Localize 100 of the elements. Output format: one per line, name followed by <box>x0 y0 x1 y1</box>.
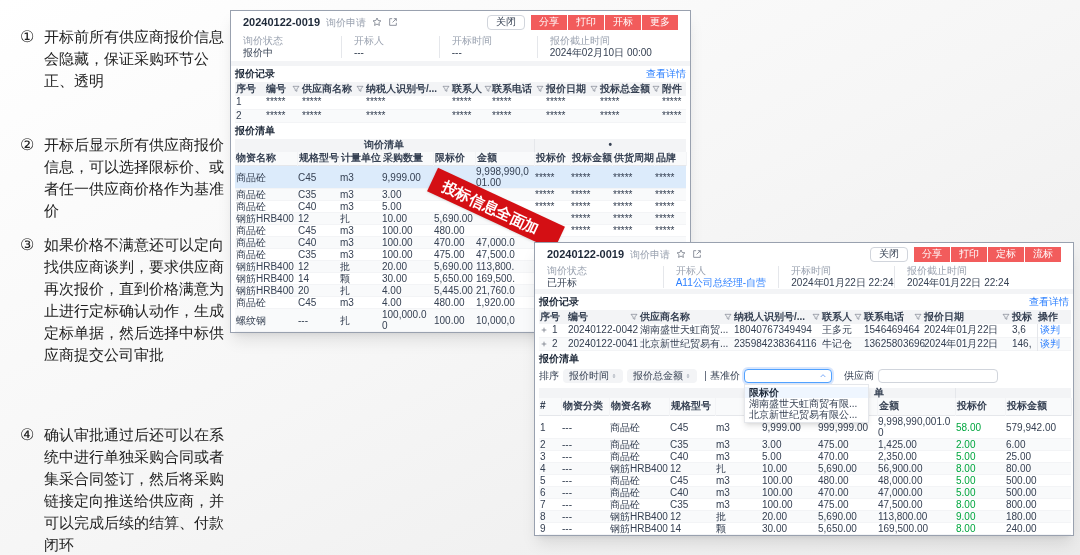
star-icon[interactable] <box>372 17 383 27</box>
table-cell: 10,000,0 <box>475 308 535 332</box>
column-header[interactable]: 序号 <box>235 82 265 96</box>
filter-icon[interactable] <box>356 85 364 93</box>
field-value: 已开标 <box>547 278 578 288</box>
column-header: 金额 <box>476 152 497 164</box>
table-cell: ***** <box>545 109 599 122</box>
column-header: 物资名称 <box>610 400 651 412</box>
table-cell: 20240122-0042 <box>567 324 639 337</box>
field-value: --- <box>451 48 463 58</box>
filter-icon[interactable] <box>652 85 660 93</box>
view-details-link[interactable]: 查看详情 <box>646 69 686 79</box>
toolbar-button[interactable]: 关闭 <box>487 14 525 30</box>
column-header[interactable]: 序号 <box>539 310 567 324</box>
table-cell: ***** <box>599 109 661 122</box>
filter-icon[interactable] <box>1002 313 1010 321</box>
column-header[interactable]: 报价日期 <box>923 310 1011 324</box>
filter-icon[interactable] <box>442 85 450 93</box>
table-cell: --- <box>561 415 609 439</box>
field-label: 开标人 <box>675 266 707 276</box>
row-number: 1 <box>539 324 567 337</box>
filter-icon[interactable] <box>724 313 732 321</box>
sort-button[interactable]: 报价时间 <box>563 368 623 383</box>
step-number: ③ <box>20 235 35 255</box>
column-header: 投标价 <box>535 152 566 164</box>
action-link[interactable]: 谈判 <box>1039 324 1060 336</box>
row-number: 2 <box>539 337 567 350</box>
table-cell: 100.00 <box>433 308 475 332</box>
column-header[interactable]: 纳税人识别号/... <box>365 82 451 96</box>
document-number: 20240122-0019 <box>243 14 321 30</box>
table-cell: C45 <box>669 415 715 439</box>
column-header: 采购数量 <box>382 152 423 164</box>
field-label: 开标时间 <box>791 266 833 276</box>
filter-icon[interactable] <box>292 85 300 93</box>
note-text: 开标前所有供应商报价信息会隐藏，保证采购环节公正、透明 <box>44 27 225 91</box>
table-cell: ***** <box>599 96 661 109</box>
column-header[interactable]: 联系人 <box>451 82 491 96</box>
action-link[interactable]: 谈判 <box>1039 337 1060 349</box>
dropdown-option[interactable]: 湖南盛世天虹商贸有限... <box>745 397 868 409</box>
toolbar-button[interactable]: 关闭 <box>870 246 908 262</box>
table-cell: 235984238364116 <box>733 337 821 350</box>
table-cell: 北京新世纪贸易有... <box>639 337 733 350</box>
column-header[interactable]: 附件 <box>661 82 686 96</box>
table-cell: 湖南盛世天虹商贸... <box>639 324 733 337</box>
column-header[interactable]: 联系人 <box>821 310 863 324</box>
star-icon[interactable] <box>676 249 687 259</box>
note-text: 如果价格不满意还可以定向找供应商谈判，要求供应商再次报价，直到价格满意为止进行定标确认动作，生成定标单据，然后选择中标供应商提交公司审批 <box>44 235 225 365</box>
external-link-icon[interactable] <box>692 249 703 259</box>
column-header[interactable]: 投标 <box>1011 310 1037 324</box>
field-label: 询价状态 <box>547 266 588 276</box>
filter-icon[interactable] <box>914 313 922 321</box>
sort-button[interactable]: 报价总金额 <box>627 368 697 383</box>
step-number: ② <box>20 135 35 155</box>
table-cell: 螺纹钢 <box>235 308 297 332</box>
filter-icon[interactable] <box>590 85 598 93</box>
view-details-link[interactable]: 查看详情 <box>1029 297 1069 307</box>
column-header[interactable]: 操作 <box>1037 310 1071 324</box>
person-link[interactable]: A11公司总经理-自营 <box>675 278 779 288</box>
expand-icon[interactable] <box>540 326 548 335</box>
column-header[interactable]: 供应商名称 <box>301 82 365 96</box>
table-cell: ***** <box>265 109 301 122</box>
table-cell: 牛记仓 <box>821 337 863 350</box>
column-group-header: • <box>608 139 613 150</box>
column-header: 物资分类 <box>562 400 603 412</box>
column-header[interactable]: 联系电话 <box>491 82 545 96</box>
column-header: 投标金额 <box>571 152 612 164</box>
table-cell: 13625803696 <box>863 337 923 350</box>
step-number: ④ <box>20 425 35 445</box>
table-cell: m3 <box>339 165 381 189</box>
filter-icon[interactable] <box>812 313 820 321</box>
table-cell: ***** <box>365 109 451 122</box>
column-header: 投标价 <box>956 400 987 412</box>
column-header: 规格型号 <box>670 400 711 412</box>
table-cell: 2024年01月22日 <box>923 324 1011 337</box>
filter-icon[interactable] <box>484 85 492 93</box>
column-header[interactable]: 报价日期 <box>545 82 599 96</box>
filter-icon[interactable] <box>630 313 638 321</box>
column-header[interactable]: 供应商名称 <box>639 310 733 324</box>
column-header[interactable]: 投标总金额 <box>599 82 661 96</box>
table-cell: 1 <box>539 415 561 439</box>
supplier-input[interactable] <box>878 368 998 383</box>
filter-icon[interactable] <box>854 313 862 321</box>
column-header[interactable]: 联系电话 <box>863 310 923 324</box>
table-cell: ***** <box>365 96 451 109</box>
base-price-select[interactable] <box>744 368 832 383</box>
field-label: 供应商 <box>844 370 874 381</box>
field-label: 询价状态 <box>243 36 284 46</box>
step-number: ① <box>20 27 35 47</box>
filter-icon[interactable] <box>536 85 544 93</box>
column-header[interactable]: 纳税人识别号/... <box>733 310 821 324</box>
table-cell: ***** <box>661 109 686 122</box>
dropdown-option[interactable]: 限标价 <box>745 386 868 398</box>
table-cell: ***** <box>265 96 301 109</box>
external-link-icon[interactable] <box>388 17 399 27</box>
document-number: 20240122-0019 <box>547 246 625 262</box>
column-header[interactable]: 编号 <box>567 310 639 324</box>
table-cell: ***** <box>451 96 491 109</box>
expand-icon[interactable] <box>540 339 548 348</box>
column-header[interactable]: 编号 <box>265 82 301 96</box>
status-tag: 询价申请 <box>630 246 671 262</box>
